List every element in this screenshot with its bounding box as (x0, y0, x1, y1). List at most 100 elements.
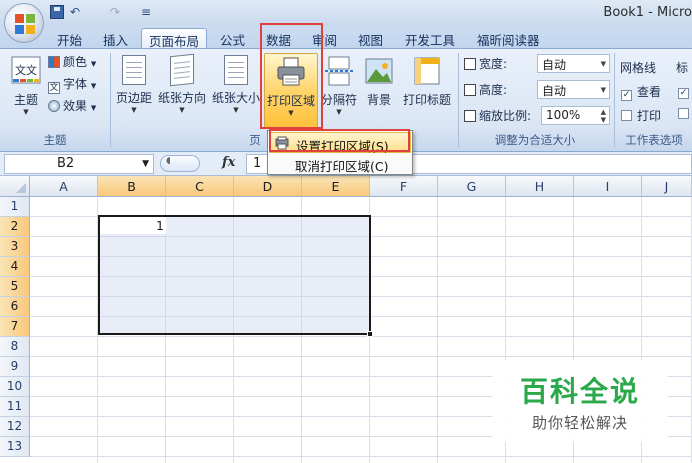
scale-row: 缩放比例: (464, 107, 531, 127)
row-header-6[interactable]: 6 (0, 297, 30, 317)
tab-view[interactable]: 视图 (351, 28, 390, 48)
row-header-8[interactable]: 8 (0, 337, 30, 357)
insert-function-icon[interactable]: fx (222, 155, 235, 170)
highlight-print-area-button (260, 23, 323, 129)
row-gridline (30, 336, 692, 337)
orientation-button[interactable]: 纸张方向 ▼ (156, 53, 208, 129)
print-titles-icon (411, 55, 443, 87)
tab-insert[interactable]: 插入 (96, 28, 135, 48)
column-header-g[interactable]: G (438, 176, 506, 197)
themes-button[interactable]: 文文 主题 ▼ (6, 53, 46, 129)
watermark: 百科全说 助你轻松解决 (492, 360, 668, 442)
group-label-scale-to-fit: 调整为合适大小 (494, 133, 576, 147)
height-value: 自动 (542, 84, 567, 98)
column-header-i[interactable]: I (574, 176, 642, 197)
row-header-2[interactable]: 2 (0, 217, 30, 237)
orientation-icon (170, 53, 194, 87)
name-box-value: B2 (57, 156, 75, 171)
ribbon-tabs: 开始 插入 页面布局 公式 数据 审阅 视图 开发工具 福昕阅读器 (0, 26, 692, 49)
row-header-9[interactable]: 9 (0, 357, 30, 377)
margins-button[interactable]: 页边距 ▼ (113, 53, 155, 129)
column-header-a[interactable]: A (30, 176, 98, 197)
print-titles-label: 打印标题 (402, 93, 451, 107)
column-header-e[interactable]: E (302, 176, 370, 197)
row-header-1[interactable]: 1 (0, 197, 30, 217)
scale-spinner[interactable]: 100% ▲ ▼ (541, 106, 610, 125)
column-header-j[interactable]: J (642, 176, 692, 197)
tab-page-layout[interactable]: 页面布局 (141, 28, 208, 49)
scale-value: 100% (546, 108, 581, 122)
customize-quick-access-icon[interactable]: ≡ (141, 5, 151, 21)
checkmark-icon: ✓ (678, 88, 689, 99)
row-header-11[interactable]: 11 (0, 397, 30, 417)
theme-fonts-button[interactable]: 文字体 ▼ (48, 75, 96, 95)
column-header-d[interactable]: D (234, 176, 302, 197)
group-label-page-setup: 页 (249, 133, 261, 147)
print-titles-button[interactable]: 打印标题 (400, 53, 454, 129)
group-separator (110, 53, 111, 147)
title-bar: ↶ ↷ ≡ Book1 - Micro (0, 0, 692, 26)
breaks-button[interactable]: 分隔符 ▼ (320, 53, 358, 129)
theme-colors-button[interactable]: 颜色 ▼ (48, 53, 96, 73)
themes-label: 主题 (13, 93, 38, 107)
window-title: Book1 - Micro (603, 5, 692, 20)
breaks-label: 分隔符 (320, 93, 357, 107)
gridlines-print-label: 打印 (637, 109, 662, 123)
theme-effects-button[interactable]: 效果 ▼ (48, 97, 96, 117)
save-icon[interactable] (50, 5, 64, 19)
row-header-4[interactable]: 4 (0, 257, 30, 277)
theme-effects-label: 效果 (63, 99, 88, 113)
tab-home[interactable]: 开始 (50, 28, 89, 48)
menu-item-clear-print-area[interactable]: 取消打印区域(C) (269, 153, 411, 174)
size-label: 纸张大小 (211, 91, 260, 105)
background-button[interactable]: 背景 (362, 53, 396, 129)
headings-view-checkbox[interactable]: ✓ (678, 83, 692, 103)
scale-label: 缩放比例: (479, 109, 532, 123)
office-logo-icon (15, 14, 35, 34)
chevron-down-icon: ▼ (336, 108, 342, 116)
office-button[interactable] (4, 3, 44, 43)
column-header-c[interactable]: C (166, 176, 234, 197)
row-header-12[interactable]: 12 (0, 417, 30, 437)
row-gridline (30, 356, 692, 357)
select-all-button[interactable] (0, 176, 30, 197)
row-header-5[interactable]: 5 (0, 277, 30, 297)
width-row: 宽度: (464, 55, 507, 75)
checkmark-icon: ✓ (621, 90, 632, 101)
gridlines-print-checkbox[interactable]: 打印 (621, 107, 661, 127)
watermark-title: 百科全说 (519, 375, 640, 408)
row-header-10[interactable]: 10 (0, 377, 30, 397)
row-header-3[interactable]: 3 (0, 237, 30, 257)
column-header-h[interactable]: H (506, 176, 574, 197)
formula-bar-expand-button[interactable]: ◖ (160, 155, 200, 172)
fonts-icon: 文 (48, 82, 60, 94)
group-label-sheet-options: 工作表选项 (625, 133, 683, 147)
tab-foxit-reader[interactable]: 福昕阅读器 (470, 28, 547, 48)
row-gridline (30, 456, 692, 457)
chevron-down-icon: ▼ (90, 82, 97, 90)
chevron-down-icon: ▼ (90, 60, 97, 68)
name-box[interactable]: B2 ▼ (4, 154, 154, 174)
width-icon (464, 58, 476, 70)
headings-print-checkbox[interactable] (678, 107, 692, 127)
row-header-7[interactable]: 7 (0, 317, 30, 337)
height-row: 高度: (464, 81, 507, 101)
tab-formulas[interactable]: 公式 (213, 28, 252, 48)
chevron-down-icon: ▼ (179, 106, 185, 114)
width-select[interactable]: 自动 ▼ (537, 54, 610, 73)
undo-icon[interactable]: ↶ (70, 5, 80, 21)
chevron-down-icon: ▼ (600, 60, 606, 68)
gridlines-view-checkbox[interactable]: ✓ 查看 (621, 83, 661, 103)
column-header-f[interactable]: F (370, 176, 438, 197)
fill-handle[interactable] (367, 331, 373, 337)
chevron-down-icon: ▼ (233, 106, 239, 114)
redo-icon[interactable]: ↷ (110, 5, 120, 21)
height-select[interactable]: 自动 ▼ (537, 80, 610, 99)
chevron-down-icon: ▼ (142, 159, 149, 169)
background-image-icon (363, 55, 395, 87)
row-header-13[interactable]: 13 (0, 437, 30, 457)
size-button[interactable]: 纸张大小 ▼ (210, 53, 262, 129)
column-header-b[interactable]: B (98, 176, 166, 197)
tab-developer[interactable]: 开发工具 (398, 28, 462, 48)
colors-icon (48, 56, 60, 68)
